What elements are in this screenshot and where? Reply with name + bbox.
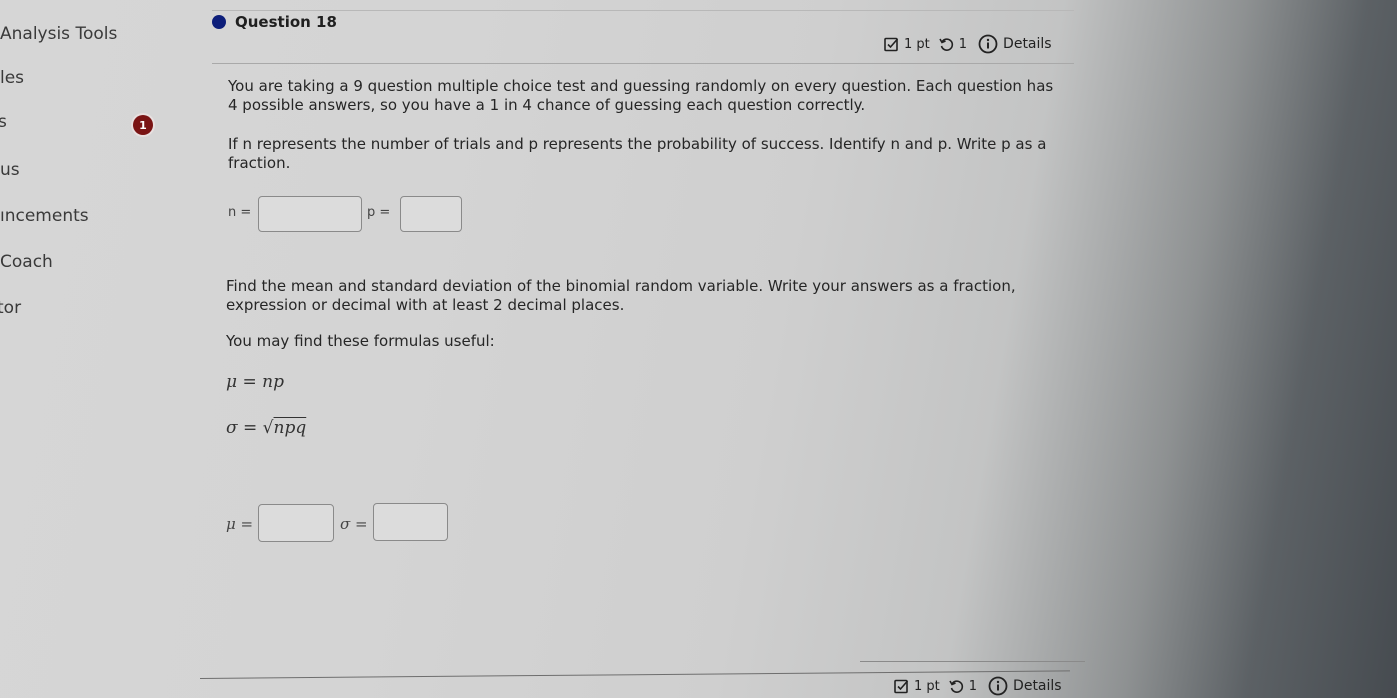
course-sidebar: Analysis Tools les s 1 us ıncements Coac… xyxy=(0,0,200,698)
formulas-hint: You may find these formulas useful: xyxy=(226,332,495,350)
points-label: 1 pt xyxy=(904,36,930,52)
notification-badge: 1 xyxy=(133,115,153,135)
mean-sd-instructions: Find the mean and standard deviation of … xyxy=(226,277,1016,314)
next-header-divider xyxy=(860,661,1085,662)
info-icon[interactable] xyxy=(988,676,1008,696)
info-icon[interactable] xyxy=(978,34,998,54)
mu-symbol: μ xyxy=(226,372,238,392)
problem-statement: You are taking a 9 question multiple cho… xyxy=(228,77,1054,114)
n-input[interactable] xyxy=(259,197,361,231)
sidebar-item-assignments[interactable]: s xyxy=(0,112,7,132)
sigma-symbol: σ xyxy=(226,418,238,438)
sidebar-item-analysis-tools[interactable]: Analysis Tools xyxy=(0,24,117,44)
mu-label: μ = xyxy=(226,515,254,533)
checkbox-icon xyxy=(884,37,899,52)
n-input-box[interactable] xyxy=(258,196,362,232)
sigma-label: σ = xyxy=(340,515,368,533)
sidebar-item-tutor[interactable]: tor xyxy=(0,298,21,318)
mean-expression: np xyxy=(262,372,284,392)
sd-expression: npq xyxy=(273,418,307,438)
next-question-meta: 1 pt 1 Details xyxy=(894,676,1062,696)
equals-sign: = xyxy=(237,418,263,438)
identify-instructions: If n represents the number of trials and… xyxy=(228,135,1047,172)
checkbox-icon xyxy=(894,679,909,694)
sidebar-item-modules[interactable]: les xyxy=(0,68,24,88)
details-link[interactable]: Details xyxy=(1003,36,1052,52)
p-input[interactable] xyxy=(401,197,461,231)
question-title: Question 18 xyxy=(235,13,337,31)
p-label: p = xyxy=(367,205,391,220)
details-link[interactable]: Details xyxy=(1013,678,1062,694)
mu-input[interactable] xyxy=(259,505,333,541)
sidebar-item-coach[interactable]: Coach xyxy=(0,252,53,272)
formula-sd: σ = √npq xyxy=(226,418,306,438)
retry-icon xyxy=(939,37,954,52)
header-divider xyxy=(212,63,1074,64)
mu-input-box[interactable] xyxy=(258,504,334,542)
points-label: 1 pt xyxy=(914,678,940,694)
sqrt-icon: √ xyxy=(262,418,274,438)
equals-sign: = xyxy=(237,372,263,392)
n-label: n = xyxy=(228,205,252,220)
attempts-count: 1 xyxy=(958,36,968,52)
question-status-dot xyxy=(212,15,226,29)
sigma-input[interactable] xyxy=(374,504,447,540)
question-meta: 1 pt 1 Details xyxy=(884,34,1052,54)
sidebar-item-syllabus[interactable]: us xyxy=(0,160,20,180)
retry-icon xyxy=(949,679,964,694)
formula-mean: μ = np xyxy=(226,372,284,392)
attempts-count: 1 xyxy=(968,678,978,694)
sidebar-item-announcements[interactable]: ıncements xyxy=(0,206,89,226)
p-input-box[interactable] xyxy=(400,196,462,232)
sigma-input-box[interactable] xyxy=(373,503,448,541)
